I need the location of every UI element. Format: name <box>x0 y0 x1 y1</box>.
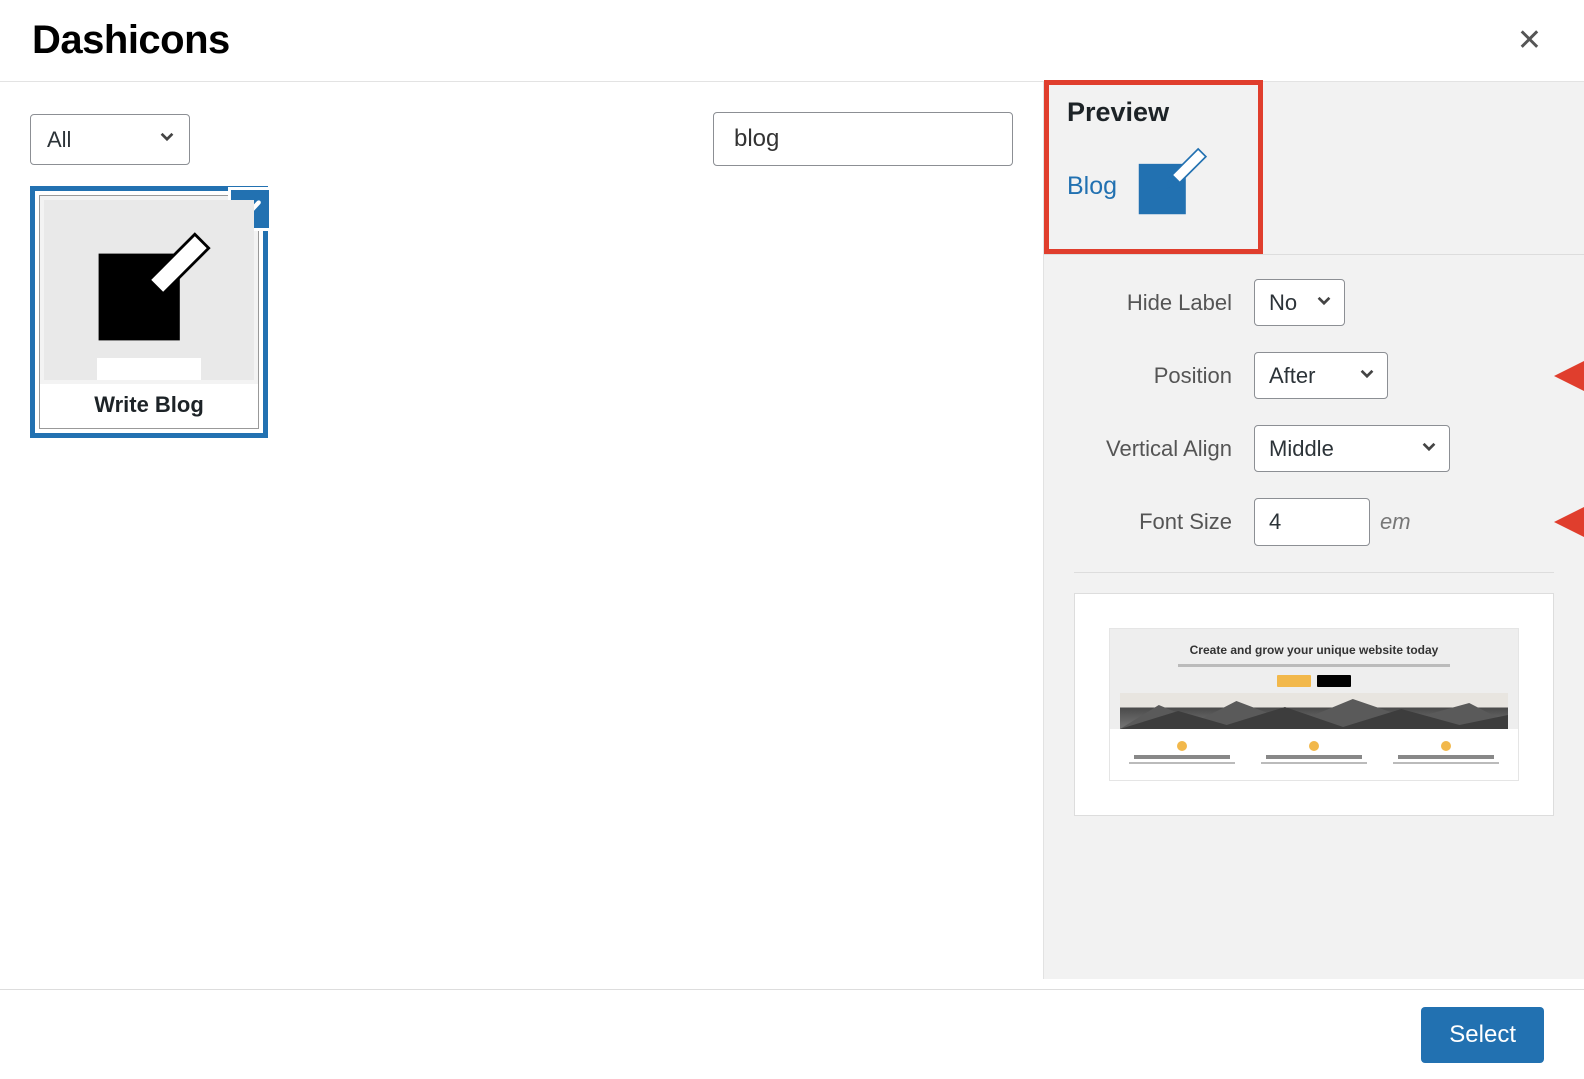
category-select[interactable]: All <box>30 114 190 165</box>
promo-subtitle-line <box>1178 664 1450 667</box>
select-button[interactable]: Select <box>1421 1007 1544 1063</box>
feature-title-line <box>1134 755 1229 759</box>
promo-hero-image <box>1120 693 1508 729</box>
setting-label: Position <box>1074 363 1254 389</box>
feature-text-line <box>1393 762 1500 764</box>
modal-header: Dashicons ✕ <box>0 0 1584 82</box>
promo-button-secondary <box>1317 675 1351 687</box>
promo-banner: Create and grow your unique website toda… <box>1110 629 1518 729</box>
annotation-arrow <box>1554 364 1584 388</box>
setting-label: Vertical Align <box>1074 436 1254 462</box>
feature-title-line <box>1398 755 1493 759</box>
annotation-arrow <box>1554 510 1584 534</box>
preview-label-text: Blog <box>1067 172 1117 201</box>
feature-item <box>1387 741 1506 764</box>
preview-heading: Preview <box>1067 97 1240 128</box>
select-wrap: After <box>1254 352 1388 399</box>
settings-sidebar: Preview Blog Hide Lab <box>1044 82 1584 979</box>
feature-dot-icon <box>1441 741 1451 751</box>
promo-buttons <box>1120 675 1508 687</box>
icon-shadow <box>97 358 201 380</box>
promo-button-primary <box>1277 675 1311 687</box>
modal-title: Dashicons <box>32 18 230 63</box>
setting-vertical-align: Vertical Align Middle <box>1074 425 1554 472</box>
filter-row: All <box>30 112 1013 166</box>
valign-select[interactable]: Middle <box>1254 425 1450 472</box>
modal-footer: Select <box>0 989 1584 1079</box>
setting-position: Position After <box>1074 352 1554 399</box>
font-size-input[interactable] <box>1254 498 1370 546</box>
promo-features <box>1110 729 1518 780</box>
select-wrap: Middle <box>1254 425 1450 472</box>
promo-inner: Create and grow your unique website toda… <box>1109 628 1519 781</box>
category-select-wrap: All <box>30 114 190 165</box>
feature-item <box>1255 741 1374 764</box>
setting-label: Hide Label <box>1074 290 1254 316</box>
icon-card[interactable]: Write Blog <box>30 186 268 438</box>
icon-card-inner: Write Blog <box>39 195 259 429</box>
feature-text-line <box>1261 762 1368 764</box>
feature-title-line <box>1266 755 1361 759</box>
setting-hide-label: Hide Label No <box>1074 279 1554 326</box>
icon-card-label: Write Blog <box>40 384 258 428</box>
mountains-icon <box>1120 693 1508 729</box>
arrow-head-icon <box>1554 504 1584 540</box>
position-select[interactable]: After <box>1254 352 1388 399</box>
promo-banner-title: Create and grow your unique website toda… <box>1120 643 1508 659</box>
icon-browser: All <box>0 82 1044 979</box>
close-button[interactable]: ✕ <box>1509 22 1550 60</box>
icon-thumbnail <box>44 200 254 380</box>
font-size-unit: em <box>1380 509 1411 535</box>
feature-dot-icon <box>1177 741 1187 751</box>
preview-icon <box>1127 142 1211 231</box>
promo-thumbnail: Create and grow your unique website toda… <box>1074 593 1554 816</box>
write-blog-icon <box>1127 142 1211 226</box>
setting-label: Font Size <box>1074 509 1254 535</box>
select-wrap: No <box>1254 279 1345 326</box>
search-input[interactable] <box>713 112 1013 166</box>
feature-text-line <box>1129 762 1236 764</box>
preview-box: Preview Blog <box>1044 80 1263 254</box>
feature-item <box>1123 741 1242 764</box>
setting-font-size: Font Size em <box>1074 498 1554 546</box>
hide-label-select[interactable]: No <box>1254 279 1345 326</box>
preview-content: Blog <box>1067 142 1240 231</box>
close-icon: ✕ <box>1517 24 1542 57</box>
arrow-head-icon <box>1554 358 1584 394</box>
write-blog-icon <box>79 220 219 360</box>
modal-body: All <box>0 82 1584 979</box>
feature-dot-icon <box>1309 741 1319 751</box>
settings-list: Hide Label No Position After <box>1044 254 1584 572</box>
